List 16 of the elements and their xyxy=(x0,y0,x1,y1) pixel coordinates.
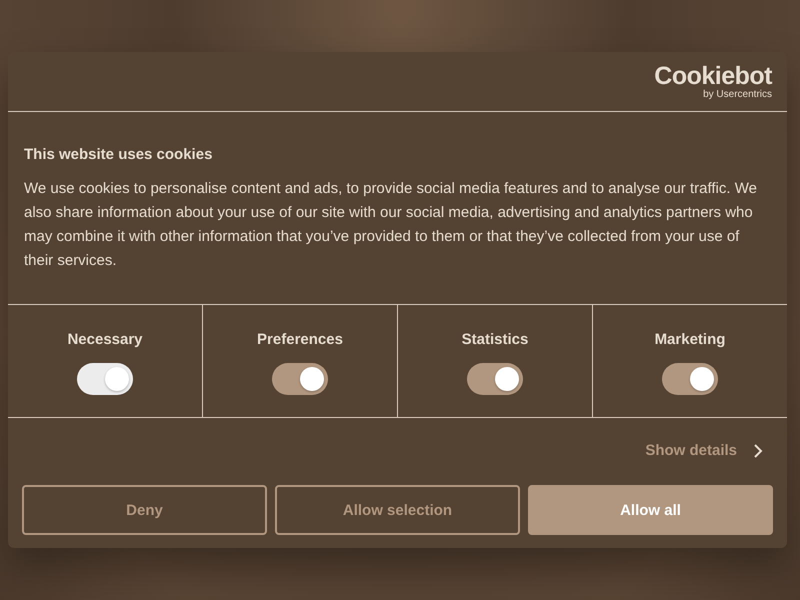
dialog-title: This website uses cookies xyxy=(24,146,214,163)
show-details-link[interactable]: Show details xyxy=(645,442,771,459)
logo-wordmark: Cookiebot xyxy=(654,64,772,88)
consent-button[interactable]: Allow selection xyxy=(275,485,520,535)
toggle-switch[interactable] xyxy=(272,363,328,395)
category-label: Marketing xyxy=(654,331,726,348)
allow-all-button[interactable]: Allow all xyxy=(528,485,773,535)
category-label: Necessary xyxy=(67,331,143,348)
cookie-description: We use cookies to personalise content and ads, to provide social media features and to analyse our traffic. We also share information about your use of our site with our social media, advertising and analytics partners who may combine it with other information that you’ve provided to them or that they’ve collected from your use of their services. xyxy=(24,179,758,271)
category-label: Preferences xyxy=(257,331,343,348)
chevron-right-icon xyxy=(753,442,763,458)
logo-byline: by Usercentrics xyxy=(703,90,772,100)
consent-button[interactable]: Deny xyxy=(22,485,267,535)
category-label: Statistics xyxy=(462,331,528,348)
toggle-switch[interactable] xyxy=(467,363,523,395)
toggle-switch[interactable] xyxy=(662,363,718,395)
